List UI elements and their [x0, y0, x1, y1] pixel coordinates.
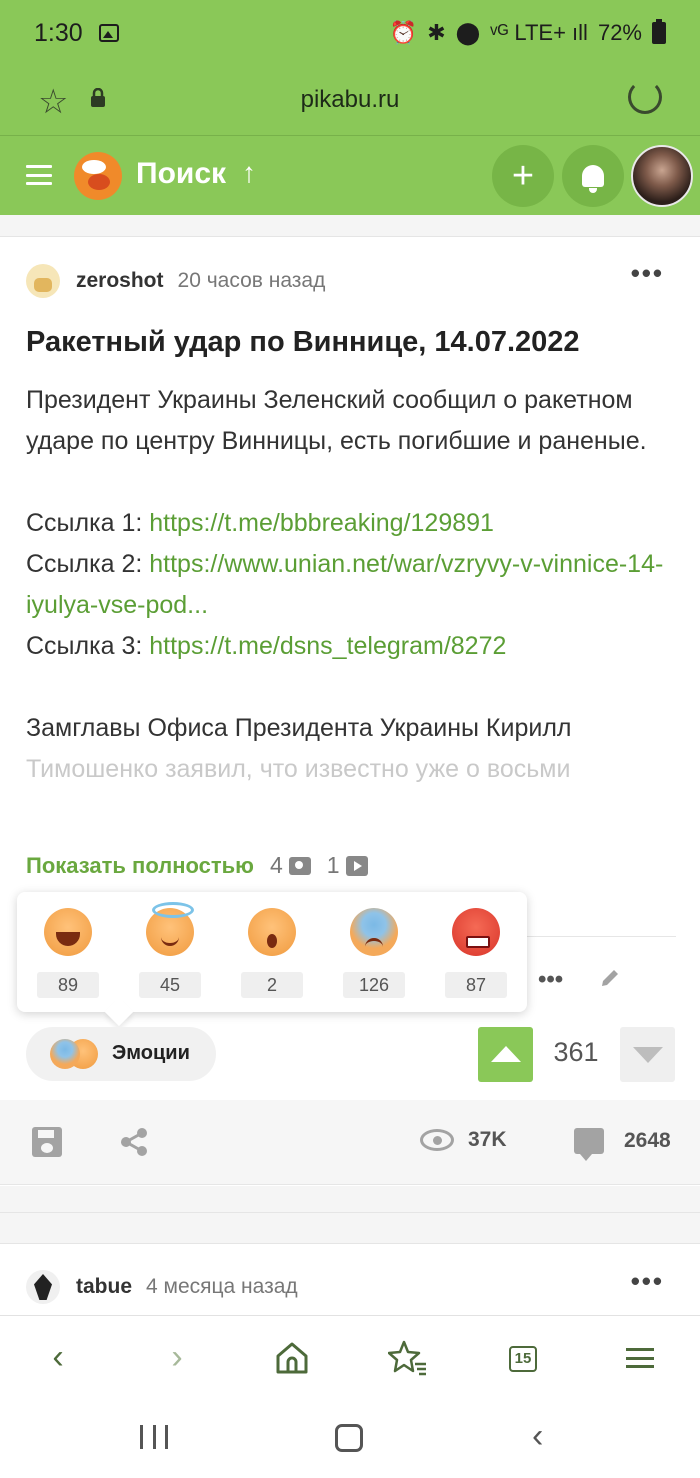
tabs-button[interactable]: 15 [505, 1338, 545, 1378]
add-post-button[interactable]: + [492, 145, 554, 207]
emotion-count: 126 [343, 972, 405, 998]
link-label: Ссылка 3: [26, 632, 150, 660]
url-text[interactable]: pikabu.ru [0, 86, 700, 114]
comments-link[interactable]: 2648 [574, 1128, 671, 1161]
vote-down-button[interactable] [620, 1027, 675, 1082]
notifications-button[interactable] [562, 145, 624, 207]
bell-icon [582, 165, 604, 193]
pikabu-logo[interactable] [74, 152, 122, 200]
video-play-icon [345, 855, 368, 876]
laughing-face-icon [44, 908, 92, 956]
alarm-icon: ⏰ [389, 20, 418, 45]
author-avatar[interactable] [26, 1270, 60, 1304]
post-time: 20 часов назад [177, 269, 326, 292]
eye-icon [420, 1129, 454, 1151]
emotions-popup: 89 45 2 126 87 [17, 892, 527, 1012]
post-actions-more-icon[interactable]: ••• [538, 966, 563, 994]
emotion-laughing[interactable]: 89 [37, 908, 99, 998]
tabs-count: 15 [509, 1346, 537, 1372]
save-icon[interactable] [32, 1127, 62, 1157]
emotion-angry[interactable]: 87 [445, 908, 507, 998]
link-line-2: Ссылка 2: https://www.unian.net/war/vzry… [26, 544, 676, 626]
emotion-angel[interactable]: 45 [139, 902, 201, 998]
battery-icon [652, 19, 666, 44]
system-back-icon[interactable]: ‹ [532, 1419, 572, 1455]
site-header: Поиск ↑ + [0, 137, 700, 215]
emotion-count: 45 [139, 972, 201, 998]
status-indicators: ⏰ ✱ ⬤ ᵛᴳ LTE+ ıll 72% [389, 19, 666, 46]
sad-face-icon [350, 908, 398, 956]
feed-separator [0, 215, 700, 237]
post-meta: zeroshot 20 часов назад [26, 264, 325, 298]
menu-burger-icon[interactable] [26, 165, 52, 185]
video-count: 1 [327, 852, 368, 879]
recent-apps-icon[interactable] [134, 1421, 174, 1455]
vote-up-button[interactable] [478, 1027, 533, 1082]
forward-icon[interactable]: › [157, 1338, 197, 1378]
status-time: 1:30 [34, 18, 83, 47]
photo-count: 4 [270, 852, 311, 879]
feed-separator [0, 1186, 700, 1244]
arrow-up-icon[interactable]: ↑ [242, 157, 256, 189]
signal-icon: ᵛᴳ LTE+ ıll [490, 20, 588, 45]
comment-icon [574, 1128, 604, 1161]
camera-icon [288, 856, 311, 875]
emotion-count: 87 [445, 972, 507, 998]
post-paragraph: Замглавы Офиса Президента Украины Кирилл [26, 714, 572, 742]
gallery-notification-icon [98, 24, 119, 42]
user-avatar[interactable] [631, 145, 693, 207]
battery-percent: 72% [597, 20, 642, 45]
reload-icon[interactable] [628, 80, 662, 114]
views-value: 37K [468, 1128, 507, 1151]
post-more-menu-icon[interactable]: ••• [631, 1268, 664, 1294]
emotion-count: 89 [37, 972, 99, 998]
post-paragraph: Президент Украины Зеленский сообщил о ра… [26, 386, 647, 455]
post-more-menu-icon[interactable]: ••• [631, 260, 664, 286]
comments-value: 2648 [624, 1129, 671, 1152]
shocked-face-icon [248, 908, 296, 956]
emotion-sad[interactable]: 126 [343, 908, 405, 998]
post-body: Президент Украины Зеленский сообщил о ра… [26, 380, 676, 790]
edit-pencil-icon[interactable] [600, 968, 620, 988]
home-icon[interactable] [272, 1338, 312, 1378]
author-name[interactable]: tabue [76, 1275, 132, 1299]
bluetooth-icon: ✱ [427, 20, 446, 45]
post-expand-row: Показать полностью 4 1 [26, 852, 368, 879]
home-button-icon[interactable] [335, 1424, 363, 1452]
emotions-button-label: Эмоции [112, 1042, 190, 1064]
post-rating: 361 [553, 1037, 599, 1067]
emotions-button[interactable]: Эмоции [26, 1027, 216, 1081]
system-navigation-bar: ‹ [0, 1397, 700, 1478]
author-avatar[interactable] [26, 264, 60, 298]
status-bar: 1:30 ⏰ ✱ ⬤ ᵛᴳ LTE+ ıll 72% [0, 0, 700, 66]
angel-face-icon [146, 902, 194, 956]
search-button[interactable]: Поиск [136, 157, 226, 191]
emotion-count: 2 [241, 972, 303, 998]
link-label: Ссылка 2: [26, 550, 150, 578]
sad-face-icon [50, 1039, 80, 1069]
author-name[interactable]: zeroshot [76, 269, 164, 293]
post-time: 4 месяца назад [146, 1275, 298, 1298]
post-link[interactable]: https://t.me/dsns_telegram/8272 [149, 632, 506, 660]
browser-menu-icon[interactable] [620, 1338, 660, 1378]
back-icon[interactable]: ‹ [38, 1338, 78, 1378]
link-line-1: Ссылка 1: https://t.me/bbbreaking/129891 [26, 503, 676, 544]
share-icon[interactable] [118, 1126, 150, 1158]
show-full-link[interactable]: Показать полностью [26, 853, 254, 879]
post-link[interactable]: https://t.me/bbbreaking/129891 [149, 509, 494, 537]
link-line-3: Ссылка 3: https://t.me/dsns_telegram/827… [26, 626, 676, 667]
link-label: Ссылка 1: [26, 509, 150, 537]
location-icon: ⬤ [455, 20, 481, 45]
bookmarks-icon[interactable] [388, 1338, 428, 1378]
browser-bottom-nav: ‹ › 15 [0, 1315, 700, 1397]
angry-face-icon [452, 908, 500, 956]
post-title[interactable]: Ракетный удар по Виннице, 14.07.2022 [26, 326, 676, 359]
browser-address-bar: ☆ pikabu.ru [0, 66, 700, 136]
emotion-shocked[interactable]: 2 [241, 908, 303, 998]
post-footer: 37K 2648 [0, 1100, 700, 1185]
post2-meta: tabue 4 месяца назад [26, 1270, 298, 1304]
views-count: 37K [420, 1128, 507, 1152]
post-paragraph-faded: Тимошенко заявил, что известно уже о вос… [26, 755, 571, 783]
